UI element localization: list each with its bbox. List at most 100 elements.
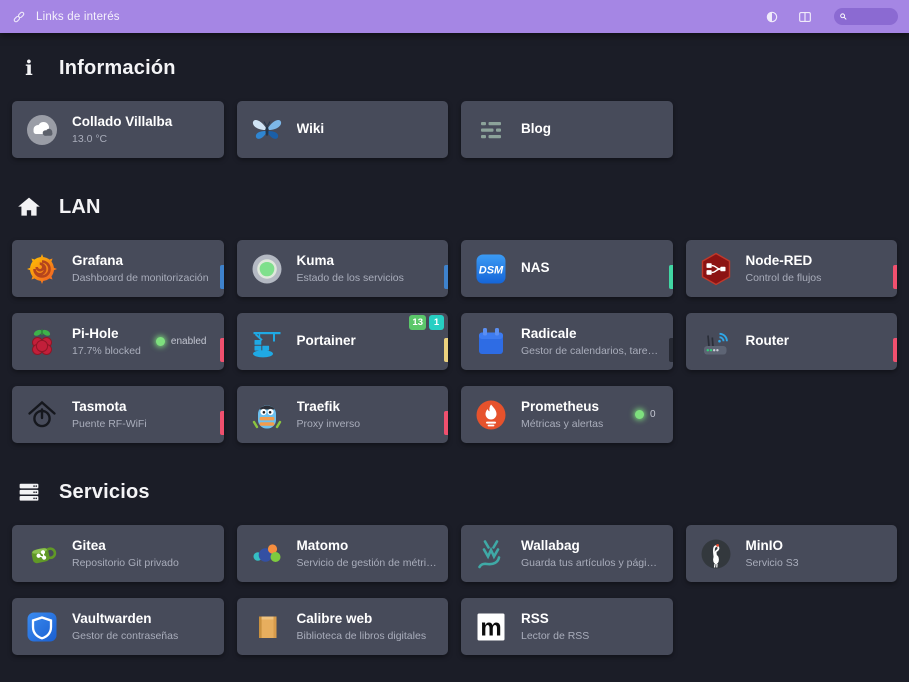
server-stack-icon	[16, 479, 42, 505]
status-text: enabled	[171, 336, 207, 347]
tag-strip	[220, 265, 224, 289]
dark-mode-toggle[interactable]	[764, 9, 780, 25]
card-collado-villalba[interactable]: Collado Villalba13.0 °C	[12, 101, 224, 158]
matomo-icon	[249, 536, 285, 572]
tag-strip	[893, 265, 897, 289]
status-text: 0	[650, 409, 656, 420]
tag-strip	[444, 265, 448, 289]
card-title: Grafana	[72, 253, 214, 270]
router-icon	[698, 324, 734, 360]
kuma-icon	[249, 251, 285, 287]
card-title: Vaultwarden	[72, 611, 214, 628]
card-title: Traefik	[297, 399, 439, 416]
card-portainer[interactable]: Portainer131	[237, 313, 449, 370]
card-text: Traefik Proxy inverso	[297, 399, 439, 430]
card-title: MinIO	[746, 538, 888, 555]
card-title: Portainer	[297, 333, 439, 350]
card-grafana[interactable]: GrafanaDashboard de monitorización	[12, 240, 224, 297]
card-traefik[interactable]: Traefik Proxy inverso	[237, 386, 449, 443]
card-text: GiteaRepositorio Git privado	[72, 538, 214, 569]
layout-toggle[interactable]	[797, 9, 813, 25]
dsm-icon: DSM	[473, 251, 509, 287]
card-subtitle: Proxy inverso	[297, 418, 439, 430]
card-node-red[interactable]: Node-RED Control de flujos	[686, 240, 898, 297]
card-vaultwarden[interactable]: Vaultwarden Gestor de contraseñas	[12, 598, 224, 655]
tag-strip	[220, 338, 224, 362]
card-text: TasmotaPuente RF-WiFi	[72, 399, 214, 430]
card-prometheus[interactable]: PrometheusMétricas y alertas 0	[461, 386, 673, 443]
card-text: NAS	[521, 260, 663, 277]
section-title: LAN	[59, 196, 101, 219]
card-subtitle: Servicio S3	[746, 557, 888, 569]
card-router[interactable]: Router	[686, 313, 898, 370]
card-title: Collado Villalba	[72, 114, 214, 131]
card-subtitle: Biblioteca de libros digitales	[297, 630, 439, 642]
search-box[interactable]	[834, 8, 898, 25]
card-text: GrafanaDashboard de monitorización	[72, 253, 214, 284]
tasmota-icon	[24, 397, 60, 433]
card-subtitle: Lector de RSS	[521, 630, 663, 642]
tag-strip	[669, 338, 673, 362]
section-header: iInformación	[16, 55, 893, 81]
card-gitea[interactable]: GiteaRepositorio Git privado	[12, 525, 224, 582]
card-subtitle: Gestor de contraseñas	[72, 630, 214, 642]
status-dot	[156, 337, 165, 346]
card-text: Blog	[521, 121, 663, 138]
card-kuma[interactable]: Kuma Estado de los servicios	[237, 240, 449, 297]
search-input[interactable]	[851, 11, 893, 22]
card-title: Router	[746, 333, 888, 350]
vaultwarden-icon	[24, 609, 60, 645]
svg-text:DSM: DSM	[479, 264, 504, 276]
wallabag-icon	[473, 536, 509, 572]
card-subtitle: Gestor de calendarios, tareas …	[521, 345, 663, 357]
card-subtitle: Métricas y alertas	[521, 418, 631, 430]
grafana-icon	[24, 251, 60, 287]
card-text: MinIO Servicio S3	[746, 538, 888, 569]
card-subtitle: Control de flujos	[746, 272, 888, 284]
card-rss[interactable]: m RSSLector de RSS	[461, 598, 673, 655]
card-text: Portainer	[297, 333, 439, 350]
card-text: Collado Villalba13.0 °C	[72, 114, 214, 145]
card-blog[interactable]: Blog	[461, 101, 673, 158]
card-calibre-web[interactable]: Calibre webBiblioteca de libros digitale…	[237, 598, 449, 655]
card-text: MatomoServicio de gestión de métric…	[297, 538, 439, 569]
card-wallabag[interactable]: WallabagGuarda tus artículos y páginas…	[461, 525, 673, 582]
card-nas[interactable]: DSM NAS	[461, 240, 673, 297]
card-text: Vaultwarden Gestor de contraseñas	[72, 611, 214, 642]
card-title: Kuma	[297, 253, 439, 270]
columns-icon	[797, 9, 813, 25]
card-pi-hole[interactable]: Pi-Hole17.7% blocked enabled	[12, 313, 224, 370]
card-title: Matomo	[297, 538, 439, 555]
card-title: NAS	[521, 260, 663, 277]
card-grid: GiteaRepositorio Git privadoMatomoServic…	[12, 525, 897, 655]
section-title: Información	[59, 57, 176, 80]
section-title: Servicios	[59, 481, 150, 504]
card-matomo[interactable]: MatomoServicio de gestión de métric…	[237, 525, 449, 582]
card-title: Node-RED	[746, 253, 888, 270]
card-subtitle: Estado de los servicios	[297, 272, 439, 284]
tag-strip	[444, 411, 448, 435]
card-text: PrometheusMétricas y alertas	[521, 399, 631, 430]
card-title: Tasmota	[72, 399, 214, 416]
link-icon	[11, 9, 27, 25]
card-text: RSSLector de RSS	[521, 611, 663, 642]
contrast-icon	[764, 9, 780, 25]
card-text: Calibre webBiblioteca de libros digitale…	[297, 611, 439, 642]
card-text: Router	[746, 333, 888, 350]
card-text: Pi-Hole17.7% blocked	[72, 326, 152, 357]
traefik-icon	[249, 397, 285, 433]
card-grid: Collado Villalba13.0 °C Wiki Blog	[12, 101, 897, 158]
tag-strip	[893, 338, 897, 362]
card-radicale[interactable]: RadicaleGestor de calendarios, tareas …	[461, 313, 673, 370]
card-text: Kuma Estado de los servicios	[297, 253, 439, 284]
list-lines-icon	[473, 112, 509, 148]
card-title: Blog	[521, 121, 663, 138]
card-minio[interactable]: MinIO Servicio S3	[686, 525, 898, 582]
card-text: Wiki	[297, 121, 439, 138]
tag-strip	[669, 265, 673, 289]
card-tasmota[interactable]: TasmotaPuente RF-WiFi	[12, 386, 224, 443]
card-wiki[interactable]: Wiki	[237, 101, 449, 158]
badge: 13	[409, 315, 426, 330]
svg-text:m: m	[480, 614, 501, 641]
home-icon	[16, 194, 42, 220]
